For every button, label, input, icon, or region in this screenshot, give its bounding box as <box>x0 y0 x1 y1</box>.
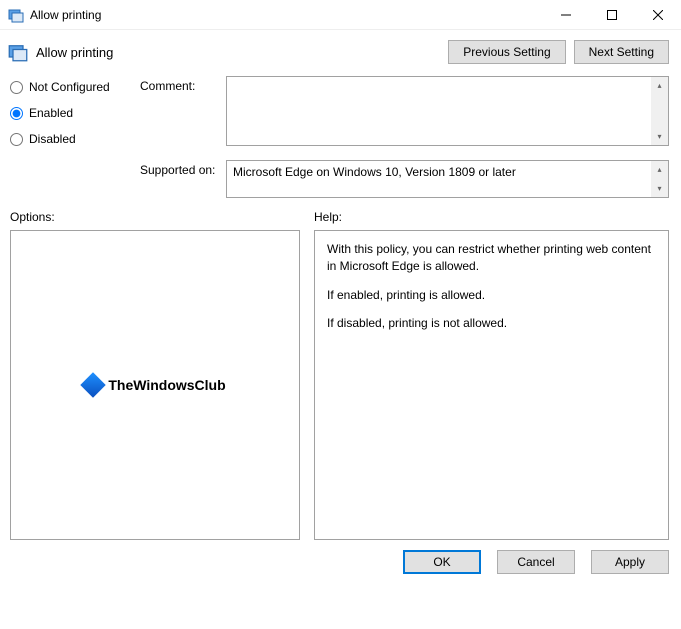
comment-field[interactable] <box>227 77 651 145</box>
cancel-button[interactable]: Cancel <box>497 550 575 574</box>
help-column: Help: With this policy, you can restrict… <box>314 210 669 540</box>
apply-button[interactable]: Apply <box>591 550 669 574</box>
options-column: Options: TheWindowsClub <box>10 210 300 540</box>
help-paragraph: If disabled, printing is not allowed. <box>327 315 656 332</box>
radio-enabled-label: Enabled <box>29 106 73 120</box>
help-label: Help: <box>314 210 669 224</box>
comment-scrollbar[interactable]: ▴ ▾ <box>651 77 668 145</box>
page-title: Allow printing <box>36 45 113 60</box>
previous-setting-button[interactable]: Previous Setting <box>448 40 565 64</box>
help-panel: With this policy, you can restrict wheth… <box>314 230 669 540</box>
scroll-up-icon[interactable]: ▴ <box>651 77 668 94</box>
ok-button[interactable]: OK <box>403 550 481 574</box>
radio-not-configured-input[interactable] <box>10 81 23 94</box>
radio-disabled-label: Disabled <box>29 132 76 146</box>
supported-field <box>227 161 651 197</box>
next-setting-button[interactable]: Next Setting <box>574 40 669 64</box>
comment-label: Comment: <box>140 76 218 146</box>
help-paragraph: If enabled, printing is allowed. <box>327 287 656 304</box>
scroll-down-icon[interactable]: ▾ <box>651 128 668 145</box>
comment-row: Comment: ▴ ▾ <box>140 76 669 146</box>
supported-row: Supported on: ▴ ▾ <box>140 160 669 198</box>
radio-not-configured-label: Not Configured <box>29 80 110 94</box>
scroll-up-icon[interactable]: ▴ <box>651 161 668 178</box>
panels: Options: TheWindowsClub Help: With this … <box>0 204 681 540</box>
window-title: Allow printing <box>30 8 101 22</box>
close-button[interactable] <box>635 0 681 30</box>
header: Allow printing Previous Setting Next Set… <box>0 30 681 72</box>
watermark-logo-icon <box>81 372 106 397</box>
watermark-text: TheWindowsClub <box>108 377 225 393</box>
minimize-button[interactable] <box>543 0 589 30</box>
options-label: Options: <box>10 210 300 224</box>
radio-enabled-input[interactable] <box>10 107 23 120</box>
policy-icon <box>8 42 28 62</box>
radio-disabled[interactable]: Disabled <box>10 132 128 146</box>
policy-icon <box>8 7 24 23</box>
help-paragraph: With this policy, you can restrict wheth… <box>327 241 656 275</box>
right-fields: Comment: ▴ ▾ Supported on: ▴ ▾ <box>140 76 669 198</box>
radio-not-configured[interactable]: Not Configured <box>10 80 128 94</box>
scroll-down-icon[interactable]: ▾ <box>651 180 668 197</box>
radio-enabled[interactable]: Enabled <box>10 106 128 120</box>
controls-area: Not Configured Enabled Disabled Comment:… <box>0 72 681 204</box>
supported-label: Supported on: <box>140 160 218 198</box>
titlebar: Allow printing <box>0 0 681 30</box>
comment-field-wrap: ▴ ▾ <box>226 76 669 146</box>
help-text: With this policy, you can restrict wheth… <box>315 231 668 354</box>
watermark: TheWindowsClub <box>84 376 225 394</box>
maximize-button[interactable] <box>589 0 635 30</box>
radio-disabled-input[interactable] <box>10 133 23 146</box>
supported-scrollbar[interactable]: ▴ ▾ <box>651 161 668 197</box>
state-radios: Not Configured Enabled Disabled <box>10 76 128 198</box>
options-panel: TheWindowsClub <box>10 230 300 540</box>
supported-field-wrap: ▴ ▾ <box>226 160 669 198</box>
footer: OK Cancel Apply <box>0 540 681 574</box>
